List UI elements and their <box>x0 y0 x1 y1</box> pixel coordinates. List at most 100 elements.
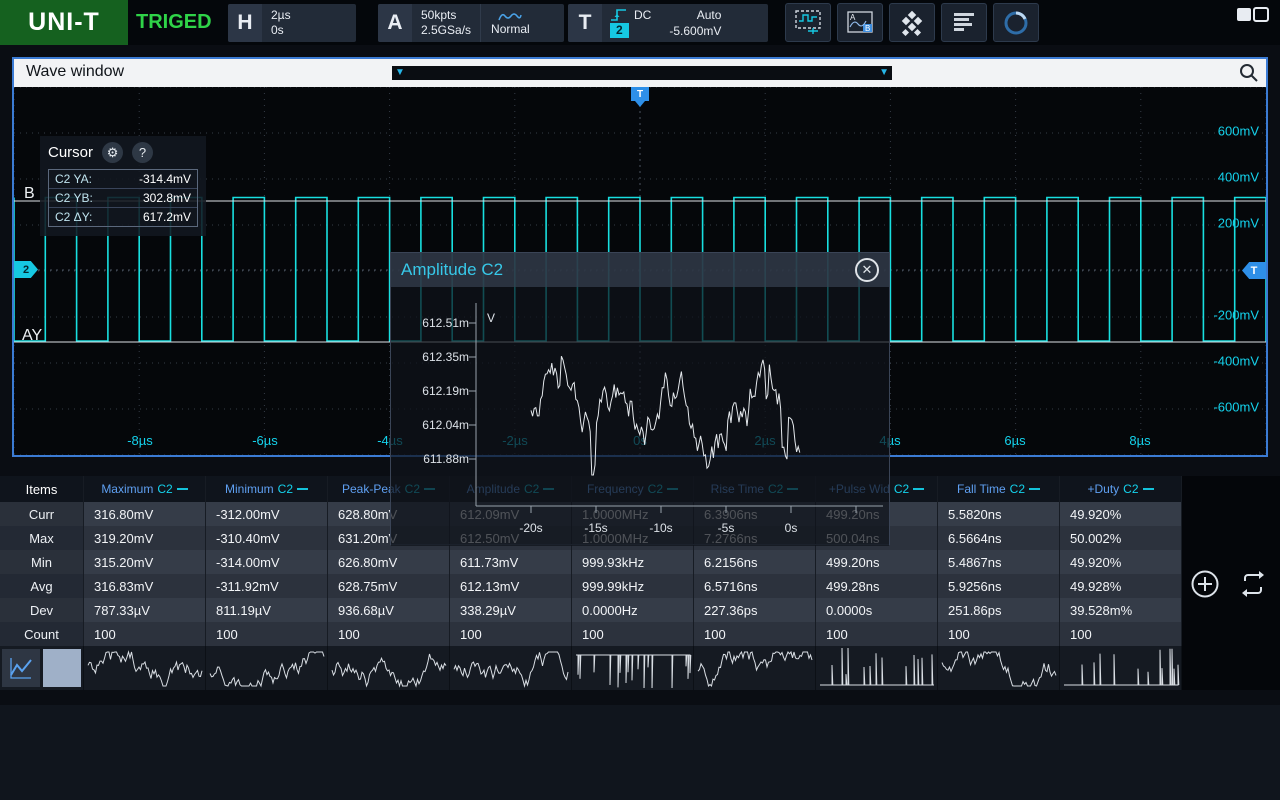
zoom-select-button[interactable] <box>785 3 831 42</box>
trend-x-label: -5s <box>718 521 735 535</box>
measure-cell: 100 <box>450 622 572 646</box>
trigger-position-marker[interactable]: T <box>631 87 649 101</box>
trigger-coupling-value: DC <box>634 8 651 22</box>
memory-depth-value: 50kpts <box>421 8 471 23</box>
sparkline-fall-time <box>938 646 1060 690</box>
cursor-values-box: C2 YA: -314.4mV C2 YB: 302.8mV C2 ΔY: 61… <box>48 169 198 227</box>
gear-icon[interactable]: ⚙ <box>102 142 123 163</box>
measure-cell: 100 <box>206 622 328 646</box>
cursor-yb-label: C2 YB: <box>55 191 93 205</box>
cursor-yb-value: 302.8mV <box>143 191 191 205</box>
brand-name: UNI-T <box>28 8 100 37</box>
sparkline-chart <box>452 648 570 688</box>
wave-source-dropdown[interactable]: ▼ ▼ <box>392 66 892 80</box>
measure-cell: 49.920% <box>1060 502 1182 526</box>
spinner-button[interactable] <box>993 3 1039 42</box>
column-header-duty[interactable]: +DutyC2 <box>1060 476 1182 502</box>
measure-cell: 39.528m% <box>1060 598 1182 622</box>
measure-cell: -312.00mV <box>206 502 328 526</box>
measure-cell: 316.80mV <box>84 502 206 526</box>
trend-y-label: 612.35m <box>399 350 469 364</box>
magnifier-icon <box>1238 62 1260 84</box>
measure-cell: 6.5716ns <box>694 574 816 598</box>
measure-cell: 100 <box>328 622 450 646</box>
plus-circle-icon <box>1190 569 1220 599</box>
row-label-min: Min <box>0 550 84 574</box>
measure-cell: 316.83mV <box>84 574 206 598</box>
trend-y-label: 612.51m <box>399 316 469 330</box>
measure-cell: 49.928% <box>1060 574 1182 598</box>
measure-cell: 50.002% <box>1060 526 1182 550</box>
sparkline-frequency <box>572 646 694 690</box>
row-label-count: Count <box>0 622 84 646</box>
channel-color-dash <box>1029 488 1040 490</box>
column-header-minimum[interactable]: MinimumC2 <box>206 476 328 502</box>
column-header-maximum[interactable]: MaximumC2 <box>84 476 206 502</box>
trend-x-label: 0s <box>785 521 798 535</box>
measure-cell: 100 <box>1060 622 1182 646</box>
display-layout-button[interactable] <box>1236 7 1270 42</box>
measure-cell: 626.80mV <box>328 550 450 574</box>
channel-color-dash <box>1143 488 1154 490</box>
trigger-status-text: TRIGED <box>136 11 212 34</box>
wave-window-header: Wave window ▼ ▼ <box>14 59 1266 87</box>
sparkline-minimum <box>206 646 328 690</box>
measure-cell: 999.93kHz <box>572 550 694 574</box>
trigger-slope-icon <box>610 8 628 22</box>
channel-color-dash <box>177 488 188 490</box>
acquire-wave-icon <box>498 11 522 22</box>
close-icon[interactable]: ✕ <box>855 258 879 282</box>
wave-zoom-button[interactable] <box>1238 62 1260 89</box>
dialog-header[interactable]: Amplitude C2 ✕ <box>391 253 889 287</box>
dropdown-left-arrow-icon: ▼ <box>395 68 405 78</box>
measure-cell: 611.73mV <box>450 550 572 574</box>
amplitude-trend-dialog: Amplitude C2 ✕ V 612.51m 612.35m 612.19m… <box>390 252 890 545</box>
svg-text:B: B <box>865 24 870 33</box>
measure-cell: 999.99kHz <box>572 574 694 598</box>
measure-cell: 319.20mV <box>84 526 206 550</box>
trend-unit-label: V <box>487 311 495 325</box>
sparkline-chart <box>940 648 1058 688</box>
cursor-ya-label: C2 YA: <box>55 172 92 186</box>
sparkline-chart <box>574 648 692 688</box>
trend-y-label: 612.19m <box>399 384 469 398</box>
acquire-settings-tile[interactable]: A 50kpts 2.5GSa/s Normal <box>378 4 564 42</box>
dual-window-ab-button[interactable]: A B <box>837 3 883 42</box>
cursor-readout-panel[interactable]: Cursor ⚙ ? C2 YA: -314.4mV C2 YB: 302.8m… <box>40 136 206 236</box>
trend-y-label: 611.88m <box>399 452 469 466</box>
measure-cell: 0.0000Hz <box>572 598 694 622</box>
measure-cell: 499.28ns <box>816 574 938 598</box>
wave-window-title: Wave window <box>26 63 124 81</box>
mask-pattern-button[interactable] <box>889 3 935 42</box>
measure-cell: 499.20ns <box>816 550 938 574</box>
histogram-button[interactable] <box>941 3 987 42</box>
horizontal-settings-tile[interactable]: H 2µs 0s <box>228 4 356 42</box>
dialog-title: Amplitude C2 <box>401 260 503 280</box>
horizontal-label: H <box>228 4 262 42</box>
row-label-dev: Dev <box>0 598 84 622</box>
cursor-b-handle[interactable]: B <box>24 185 35 203</box>
column-header-fall-time[interactable]: Fall TimeC2 <box>938 476 1060 502</box>
timebase-value: 2µs <box>271 8 291 23</box>
cursor-row-dy: C2 ΔY: 617.2mV <box>49 208 197 226</box>
measure-cell: 100 <box>84 622 206 646</box>
row-label-avg: Avg <box>0 574 84 598</box>
cursor-ay-handle[interactable]: AY <box>22 327 42 345</box>
trigger-settings-tile[interactable]: T DC 2 Auto -5.600mV <box>568 4 768 42</box>
row-label-curr: Curr <box>0 502 84 526</box>
brand-logo: UNI-T <box>0 0 128 45</box>
measure-cell: -314.00mV <box>206 550 328 574</box>
top-status-bar: UNI-T TRIGED H 2µs 0s A 50kpts 2.5GSa/s … <box>0 0 1280 45</box>
spinner-icon <box>1002 9 1030 37</box>
add-measurement-button[interactable] <box>1190 569 1220 604</box>
reset-statistics-button[interactable] <box>1238 569 1268 604</box>
measure-cell: 5.9256ns <box>938 574 1060 598</box>
help-icon[interactable]: ? <box>132 142 153 163</box>
trend-chart-button[interactable] <box>2 649 40 687</box>
cursor-ya-value: -314.4mV <box>139 172 191 186</box>
trend-blank-button[interactable] <box>43 649 81 687</box>
measure-cell: 100 <box>694 622 816 646</box>
measure-cell: 100 <box>816 622 938 646</box>
time-tick-label: 8µs <box>1129 433 1150 448</box>
channel-color-dash <box>913 488 924 490</box>
